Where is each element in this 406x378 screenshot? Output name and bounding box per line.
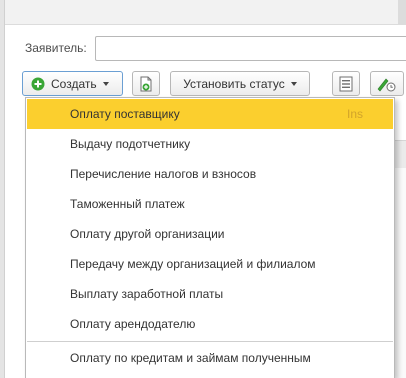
menu-separator [27,341,393,342]
menu-item-label: Выдачу подотчетнику [70,137,191,151]
window-left-border [0,0,5,378]
copy-document-icon [138,76,154,92]
menu-item-loan-payment[interactable]: Оплату по кредитам и займам полученным [27,343,393,373]
menu-item-salary-payment[interactable]: Выплату заработной платы [27,279,393,309]
menu-item-label: Перечисление налогов и взносов [70,167,257,181]
applicant-field[interactable] [95,36,406,61]
create-button[interactable]: Создать [22,71,123,96]
menu-item-customs-payment[interactable]: Таможенный платеж [27,189,393,219]
menu-item-label: Оплату по кредитам и займам полученным [70,351,311,365]
set-status-button[interactable]: Установить статус [170,71,310,96]
menu-item-pay-other-org[interactable]: Оплату другой организации [27,219,393,249]
copy-button[interactable] [132,71,160,96]
menu-item-label: Выплату заработной платы [70,287,224,301]
chevron-down-icon [102,81,109,86]
menu-item-shortcut: Ins [346,107,363,121]
menu-item-issue-accountable[interactable]: Выдачу подотчетнику [27,129,393,159]
menu-item-label: Оплату другой организации [70,227,225,241]
applicant-label: Заявитель: [25,41,87,55]
menu-item-tax-transfer[interactable]: Перечисление налогов и взносов [27,159,393,189]
create-dropdown-menu: Оплату поставщику Ins Выдачу подотчетник… [25,97,395,378]
menu-item-pay-landlord[interactable]: Оплату арендодателю [27,309,393,339]
list-icon [339,76,353,92]
edit-button[interactable] [370,71,404,96]
menu-item-branch-transfer[interactable]: Передачу между организацией и филиалом [27,249,393,279]
menu-item-label: Оплату арендодателю [70,317,196,331]
menu-item-label: Передачу между организацией и филиалом [70,257,316,271]
list-button[interactable] [332,71,360,96]
create-button-label: Создать [51,76,97,91]
plus-circle-icon [31,77,45,91]
window-top-bar [5,0,406,25]
menu-item-pay-supplier[interactable]: Оплату поставщику Ins [27,99,393,129]
chevron-down-icon [290,81,297,86]
table-body [395,168,406,378]
set-status-label: Установить статус [183,76,285,91]
top-bar-corner [398,0,406,24]
edit-pen-icon [375,76,397,92]
menu-item-label: Таможенный платеж [70,197,185,211]
table-header [395,140,406,170]
menu-item-label: Оплату поставщику [70,107,180,121]
